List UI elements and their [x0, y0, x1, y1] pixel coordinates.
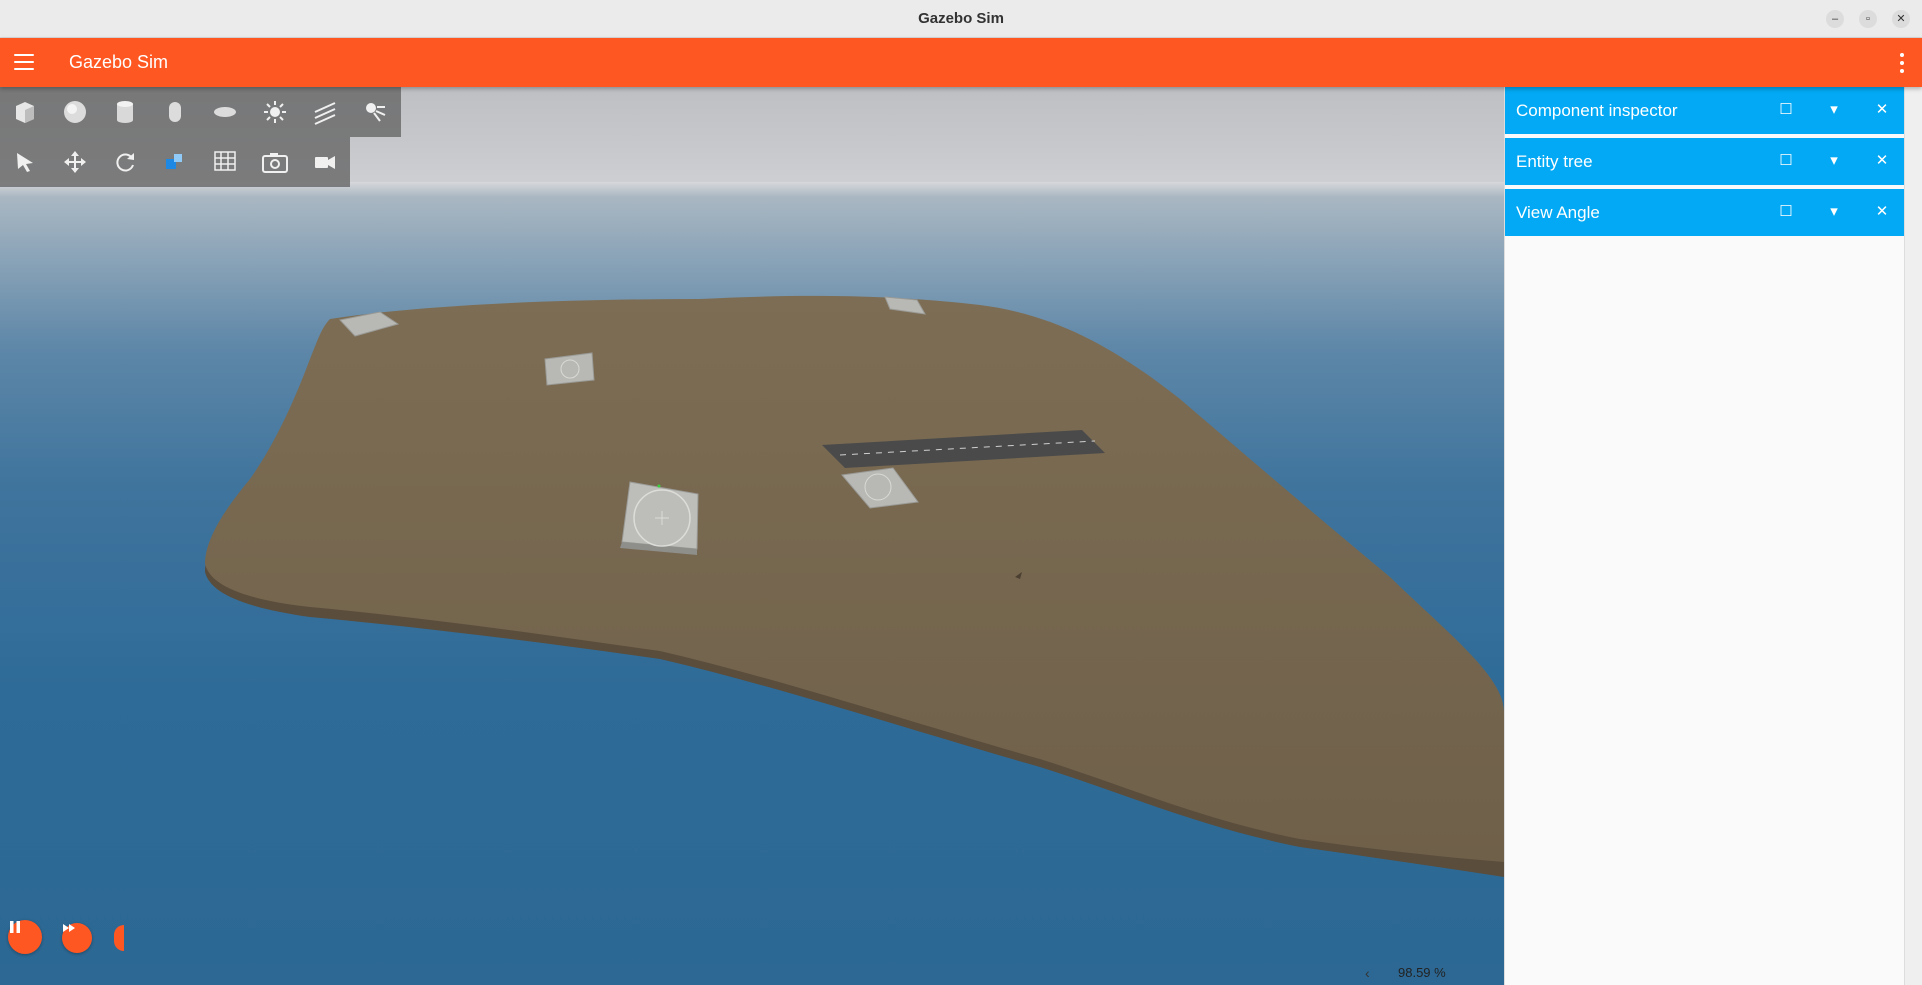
- close-panel-button[interactable]: ✕: [1872, 202, 1892, 220]
- helipad: [544, 352, 595, 386]
- close-panel-button[interactable]: ✕: [1872, 151, 1892, 169]
- panel-title: Component inspector: [1516, 101, 1678, 120]
- real-time-factor: 98.59 %: [1398, 965, 1446, 980]
- close-panel-button[interactable]: ✕: [1872, 100, 1892, 118]
- collapse-button[interactable]: ▾: [1824, 151, 1844, 169]
- grid-snap-icon[interactable]: [200, 137, 250, 187]
- stats-expand-button[interactable]: ‹: [1365, 965, 1370, 981]
- panel-entity-tree[interactable]: Entity tree ☐ ▾ ✕: [1505, 138, 1905, 187]
- hamburger-menu-icon[interactable]: [14, 54, 34, 70]
- capsule-icon[interactable]: [150, 87, 200, 137]
- app-bar: Gazebo Sim: [0, 38, 1922, 87]
- float-button[interactable]: ☐: [1776, 202, 1796, 220]
- fast-forward-icon: [63, 924, 75, 932]
- shapes-toolbar: [0, 87, 401, 137]
- window-titlebar: Gazebo Sim – ▫ ✕: [0, 0, 1922, 38]
- select-icon[interactable]: [0, 137, 50, 187]
- panel-view-angle[interactable]: View Angle ☐ ▾ ✕: [1505, 189, 1905, 238]
- maximize-button[interactable]: ▫: [1859, 10, 1877, 28]
- float-button[interactable]: ☐: [1776, 100, 1796, 118]
- more-vert-icon[interactable]: [1900, 53, 1904, 73]
- pause-icon: [10, 921, 20, 933]
- ellipsoid-icon[interactable]: [200, 87, 250, 137]
- panel-component-inspector[interactable]: Component inspector ☐ ▾ ✕: [1505, 87, 1905, 136]
- scene-3d-view[interactable]: ‹ 98.59 %: [0, 87, 1504, 985]
- collapse-button[interactable]: ▾: [1824, 100, 1844, 118]
- point-light-icon[interactable]: [250, 87, 300, 137]
- helipad: [620, 481, 699, 555]
- screenshot-icon[interactable]: [250, 137, 300, 187]
- video-record-icon[interactable]: [300, 137, 350, 187]
- box-icon[interactable]: [0, 87, 50, 137]
- rotate-icon[interactable]: [100, 137, 150, 187]
- float-button[interactable]: ☐: [1776, 151, 1796, 169]
- island-terrain: [205, 295, 1504, 862]
- step-button[interactable]: [62, 923, 92, 953]
- close-window-button[interactable]: ✕: [1892, 10, 1910, 28]
- transform-toolbar: [0, 137, 350, 187]
- app-title: Gazebo Sim: [69, 52, 169, 72]
- panel-title: Entity tree: [1516, 152, 1593, 171]
- plugin-panel: Component inspector ☐ ▾ ✕ Entity tree ☐ …: [1504, 87, 1905, 985]
- directional-light-icon[interactable]: [300, 87, 350, 137]
- collapse-button[interactable]: ▾: [1824, 202, 1844, 220]
- cylinder-icon[interactable]: [100, 87, 150, 137]
- step-slider-handle[interactable]: [114, 925, 124, 951]
- scale-icon[interactable]: [150, 137, 200, 187]
- spot-light-icon[interactable]: [350, 87, 400, 137]
- pause-button[interactable]: [8, 920, 42, 954]
- window-title: Gazebo Sim: [918, 10, 1004, 27]
- panel-scrollbar[interactable]: [1904, 87, 1922, 985]
- translate-icon[interactable]: [50, 137, 100, 187]
- scene-render: [0, 87, 1504, 877]
- panel-title: View Angle: [1516, 203, 1600, 222]
- sphere-icon[interactable]: [50, 87, 100, 137]
- minimize-button[interactable]: –: [1826, 10, 1844, 28]
